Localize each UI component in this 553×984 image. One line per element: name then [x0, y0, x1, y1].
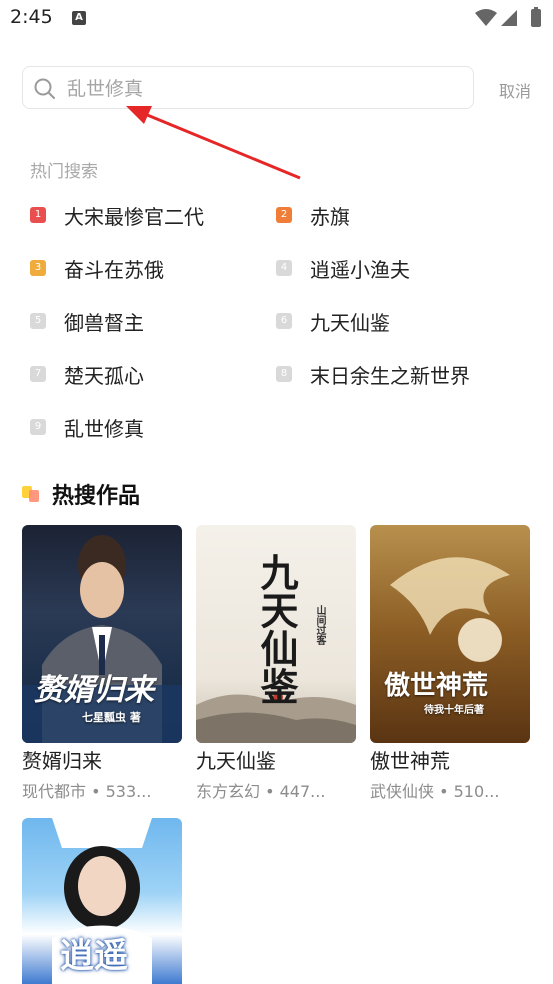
hot-search-item-2[interactable]: 2 赤旗 [276, 199, 350, 231]
hot-search-label: 末日余生之新世界 [310, 363, 470, 388]
hot-search-item-8[interactable]: 8 末日余生之新世界 [276, 358, 470, 390]
book-meta: 武侠仙侠 • 510... [370, 782, 500, 801]
book-card-1[interactable]: 赘婿归来 七星瓢虫 著 赘婿归来 现代都市 • 533... [22, 525, 182, 802]
status-bar: 2:45 A [0, 0, 553, 40]
book-card-3[interactable]: 傲世神荒 待我十年后著 傲世神荒 武侠仙侠 • 510... [370, 525, 530, 802]
hot-search-label: 御兽督主 [64, 310, 144, 335]
cancel-button[interactable]: 取消 [499, 78, 531, 102]
status-time: 2:45 [10, 6, 53, 28]
rank-badge: 5 [30, 313, 46, 329]
rank-badge: 4 [276, 260, 292, 276]
hot-search-title: 热门搜索 [30, 162, 98, 182]
rank-badge: 7 [30, 366, 46, 382]
notification-icon: A [72, 11, 86, 25]
book-title: 赘婿归来 [22, 749, 102, 773]
hot-search-label: 乱世修真 [64, 416, 144, 441]
book-card-4[interactable]: 逍遥 [22, 818, 182, 984]
bookmark-icon [22, 482, 44, 506]
hot-search-label: 奋斗在苏俄 [64, 257, 164, 282]
hot-search-item-3[interactable]: 3 奋斗在苏俄 [30, 252, 164, 284]
hot-search-label: 楚天孤心 [64, 363, 144, 388]
rank-badge: 8 [276, 366, 292, 382]
hot-search-label: 逍遥小渔夫 [310, 257, 410, 282]
cover-title: 逍遥 [60, 936, 128, 976]
book-cover: 傲世神荒 待我十年后著 [370, 525, 530, 743]
cover-title: 傲世神荒 [384, 671, 489, 701]
hot-search-label: 赤旗 [310, 204, 350, 229]
hot-works-title: 热搜作品 [52, 484, 141, 509]
search-bar[interactable] [22, 66, 474, 109]
cover-author: 山间过客 [314, 605, 325, 645]
hot-search-item-7[interactable]: 7 楚天孤心 [30, 358, 144, 390]
book-card-2[interactable]: 九天仙鉴 山间过客 九天仙鉴 东方玄幻 • 447... [196, 525, 356, 802]
book-title: 傲世神荒 [370, 749, 450, 773]
rank-badge: 6 [276, 313, 292, 329]
book-cover: 赘婿归来 七星瓢虫 著 [22, 525, 182, 743]
hot-search-label: 大宋最惨官二代 [64, 204, 204, 229]
book-cover: 逍遥 [22, 818, 182, 984]
book-meta: 现代都市 • 533... [22, 782, 152, 801]
wifi-icon [475, 9, 497, 26]
hot-search-item-9[interactable]: 9 乱世修真 [30, 411, 144, 443]
hot-search-item-1[interactable]: 1 大宋最惨官二代 [30, 199, 204, 231]
hot-search-item-5[interactable]: 5 御兽督主 [30, 305, 144, 337]
hot-works-header: 热搜作品 [22, 478, 140, 510]
hot-search-item-4[interactable]: 4 逍遥小渔夫 [276, 252, 410, 284]
hot-search-item-6[interactable]: 6 九天仙鉴 [276, 305, 390, 337]
search-icon [34, 78, 55, 99]
book-title: 九天仙鉴 [196, 749, 276, 773]
rank-badge: 1 [30, 207, 46, 223]
battery-icon [531, 7, 541, 27]
cover-author: 七星瓢虫 著 [82, 711, 141, 724]
cover-author: 待我十年后著 [424, 705, 484, 716]
search-input[interactable] [65, 73, 459, 105]
rank-badge: 2 [276, 207, 292, 223]
signal-icon [501, 10, 517, 26]
book-cover: 九天仙鉴 山间过客 [196, 525, 356, 743]
cover-title: 赘婿归来 [34, 673, 154, 708]
rank-badge: 9 [30, 419, 46, 435]
book-meta: 东方玄幻 • 447... [196, 782, 326, 801]
rank-badge: 3 [30, 260, 46, 276]
cover-title: 九天仙鉴 [254, 553, 298, 705]
hot-search-label: 九天仙鉴 [310, 310, 390, 335]
